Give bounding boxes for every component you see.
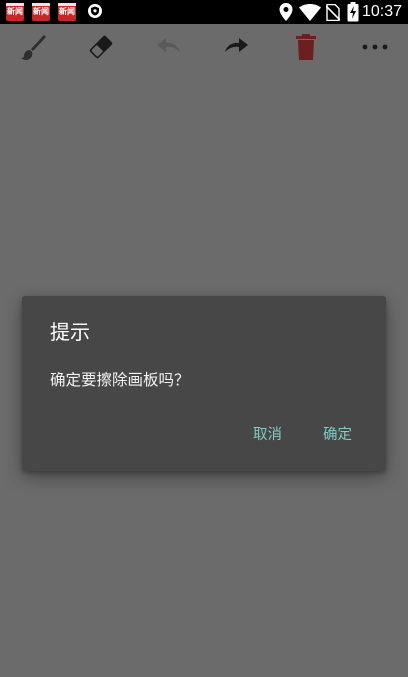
location-icon bbox=[279, 3, 293, 21]
more-options-icon[interactable] bbox=[360, 32, 390, 62]
dialog-title: 提示 bbox=[50, 320, 90, 344]
wifi-icon bbox=[299, 4, 321, 21]
shield-icon bbox=[88, 4, 102, 18]
delete-icon[interactable] bbox=[291, 32, 321, 62]
battery-charging-icon bbox=[347, 2, 359, 22]
dialog-message: 确定要擦除画板吗？ bbox=[50, 371, 190, 389]
redo-icon[interactable] bbox=[222, 32, 252, 62]
undo-icon[interactable] bbox=[153, 32, 183, 62]
no-sim-icon bbox=[326, 4, 340, 21]
news-app-notification-icon: 新闻 bbox=[58, 3, 76, 21]
drawing-toolbar bbox=[0, 24, 408, 70]
news-app-notification-icon: 新闻 bbox=[32, 3, 50, 21]
confirm-clear-dialog: 提示 确定要擦除画板吗？ 取消 确定 bbox=[22, 296, 386, 471]
status-bar: 新闻 新闻 新闻 10:37 bbox=[0, 0, 408, 24]
eraser-icon[interactable] bbox=[86, 32, 116, 62]
news-app-notification-icon: 新闻 bbox=[6, 3, 24, 21]
cancel-button[interactable]: 取消 bbox=[253, 422, 282, 448]
status-clock: 10:37 bbox=[361, 3, 402, 20]
confirm-button[interactable]: 确定 bbox=[323, 422, 352, 448]
brush-icon[interactable] bbox=[18, 32, 48, 62]
